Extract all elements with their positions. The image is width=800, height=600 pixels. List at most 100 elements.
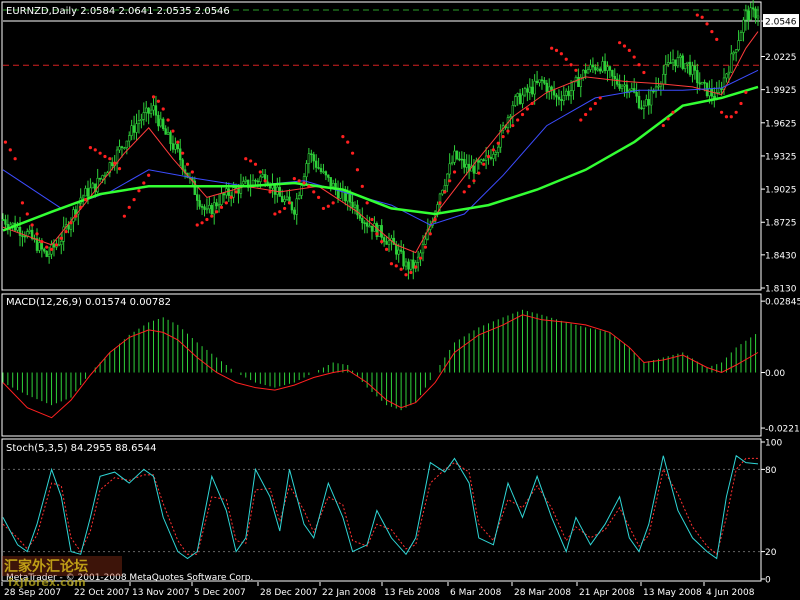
sar-dot-90 xyxy=(452,170,457,174)
sar-dot-126 xyxy=(695,13,699,17)
candle-body-52 xyxy=(128,135,131,142)
candle-body-41 xyxy=(101,175,104,180)
stoch-ytick-label-3: 0 xyxy=(765,576,771,586)
candle-body-231 xyxy=(562,95,565,101)
candle-body-184 xyxy=(448,163,451,175)
candle-body-133 xyxy=(324,171,328,176)
candle-body-86 xyxy=(210,204,213,215)
sar-dot-48 xyxy=(244,157,248,161)
candle-body-251 xyxy=(611,70,614,77)
sar-dot-80 xyxy=(404,273,408,277)
sar-dot-29 xyxy=(147,173,151,177)
sar-dot-76 xyxy=(384,247,389,251)
candle-body-244 xyxy=(594,66,597,71)
sar-dot-22 xyxy=(113,161,117,165)
candle-body-273 xyxy=(664,64,667,75)
sar-dot-17 xyxy=(88,146,92,150)
candle-body-100 xyxy=(244,179,247,182)
candle-body-21 xyxy=(52,243,56,248)
candle-body-304 xyxy=(739,32,743,41)
sar-dot-35 xyxy=(176,140,180,144)
candle-body-172 xyxy=(419,252,422,258)
sar-dot-125 xyxy=(671,110,675,114)
sar-dot-118 xyxy=(622,44,627,48)
svg-text:汇家外汇论坛: 汇家外汇论坛 xyxy=(4,558,88,575)
candle-body-250 xyxy=(608,66,612,71)
sar-dot-86 xyxy=(433,217,437,222)
sar-dot-132 xyxy=(724,115,729,119)
candle-body-145 xyxy=(353,204,357,208)
sar-dot-65 xyxy=(326,204,330,208)
candle-body-233 xyxy=(567,90,570,97)
sar-dot-120 xyxy=(632,55,636,59)
sar-dot-104 xyxy=(525,107,529,111)
candle-body-255 xyxy=(620,85,624,89)
candle-body-256 xyxy=(623,84,626,87)
sar-dot-130 xyxy=(715,37,719,41)
sar-dot-31 xyxy=(156,99,160,103)
candle-body-157 xyxy=(382,237,386,242)
candle-body-84 xyxy=(205,208,209,211)
sar-dot-101 xyxy=(511,123,515,128)
sar-dot-93 xyxy=(472,179,476,183)
candle-body-159 xyxy=(387,240,391,245)
sar-dot-3 xyxy=(20,201,25,205)
candle-body-120 xyxy=(293,209,296,215)
candle-body-272 xyxy=(662,73,665,85)
sar-dot-46 xyxy=(229,195,233,199)
candle-body-187 xyxy=(455,150,459,160)
candle-body-143 xyxy=(348,193,352,203)
price-ytick-label-5: 1.9025 xyxy=(765,186,797,196)
xtick-label-8: 28 Mar 2008 xyxy=(514,588,571,598)
candle-body-61 xyxy=(149,109,153,114)
candle-body-42 xyxy=(103,174,107,177)
sar-dot-51 xyxy=(258,170,262,174)
sar-dot-84 xyxy=(423,245,428,249)
sar-dot-5 xyxy=(30,223,34,227)
candle-body-105 xyxy=(256,180,260,183)
sar-dot-108 xyxy=(559,52,563,56)
xtick-label-7: 6 Mar 2008 xyxy=(450,588,502,598)
sar-dot-78 xyxy=(394,264,398,268)
candle-body-112 xyxy=(273,183,277,195)
candle-body-63 xyxy=(154,105,158,116)
price-y-axis: 2.0546 2.0225 1.9925 1.9625 1.9325 1.9025 1.87… xyxy=(761,14,799,295)
candle-body-212 xyxy=(516,93,519,97)
candle-body-55 xyxy=(135,123,138,133)
candle-body-58 xyxy=(142,112,146,120)
candle-body-243 xyxy=(591,64,595,68)
sar-dot-53 xyxy=(268,190,272,194)
sar-dot-44 xyxy=(219,205,224,209)
sar-dot-123 xyxy=(661,123,665,128)
candle-body-286 xyxy=(696,70,699,84)
candle-body-194 xyxy=(472,165,476,174)
sar-dot-49 xyxy=(249,159,253,163)
sar-dot-39 xyxy=(195,223,199,227)
candle-body-252 xyxy=(613,75,616,80)
sar-dot-7 xyxy=(40,239,44,244)
candle-body-67 xyxy=(164,128,167,135)
candle-body-221 xyxy=(538,79,541,83)
candle-body-262 xyxy=(637,95,641,109)
price-ytick-label-2: 1.9925 xyxy=(765,86,797,96)
candle-body-136 xyxy=(331,183,335,187)
sar-dot-57 xyxy=(287,201,292,205)
candle-body-270 xyxy=(657,85,660,88)
candle-body-281 xyxy=(683,63,687,69)
candle-body-164 xyxy=(399,249,403,252)
sar-dot-128 xyxy=(705,22,709,26)
sar-dot-75 xyxy=(380,239,384,244)
candle-body-247 xyxy=(601,61,604,72)
sar-dot-38 xyxy=(190,170,194,174)
candle-body-239 xyxy=(582,69,585,78)
sar-dot-16 xyxy=(83,197,88,202)
sar-dot-20 xyxy=(103,154,107,159)
candle-body-134 xyxy=(327,174,330,178)
candle-body-48 xyxy=(118,146,121,151)
candle-body-188 xyxy=(458,158,461,161)
candle-body-65 xyxy=(159,118,162,127)
candle-body-126 xyxy=(307,153,311,164)
candle-body-257 xyxy=(625,84,629,93)
chart-window[interactable]: EURNZD,Daily 2.0584 2.0641 2.0535 2.0546… xyxy=(0,0,800,600)
sar-dot-28 xyxy=(142,181,146,185)
